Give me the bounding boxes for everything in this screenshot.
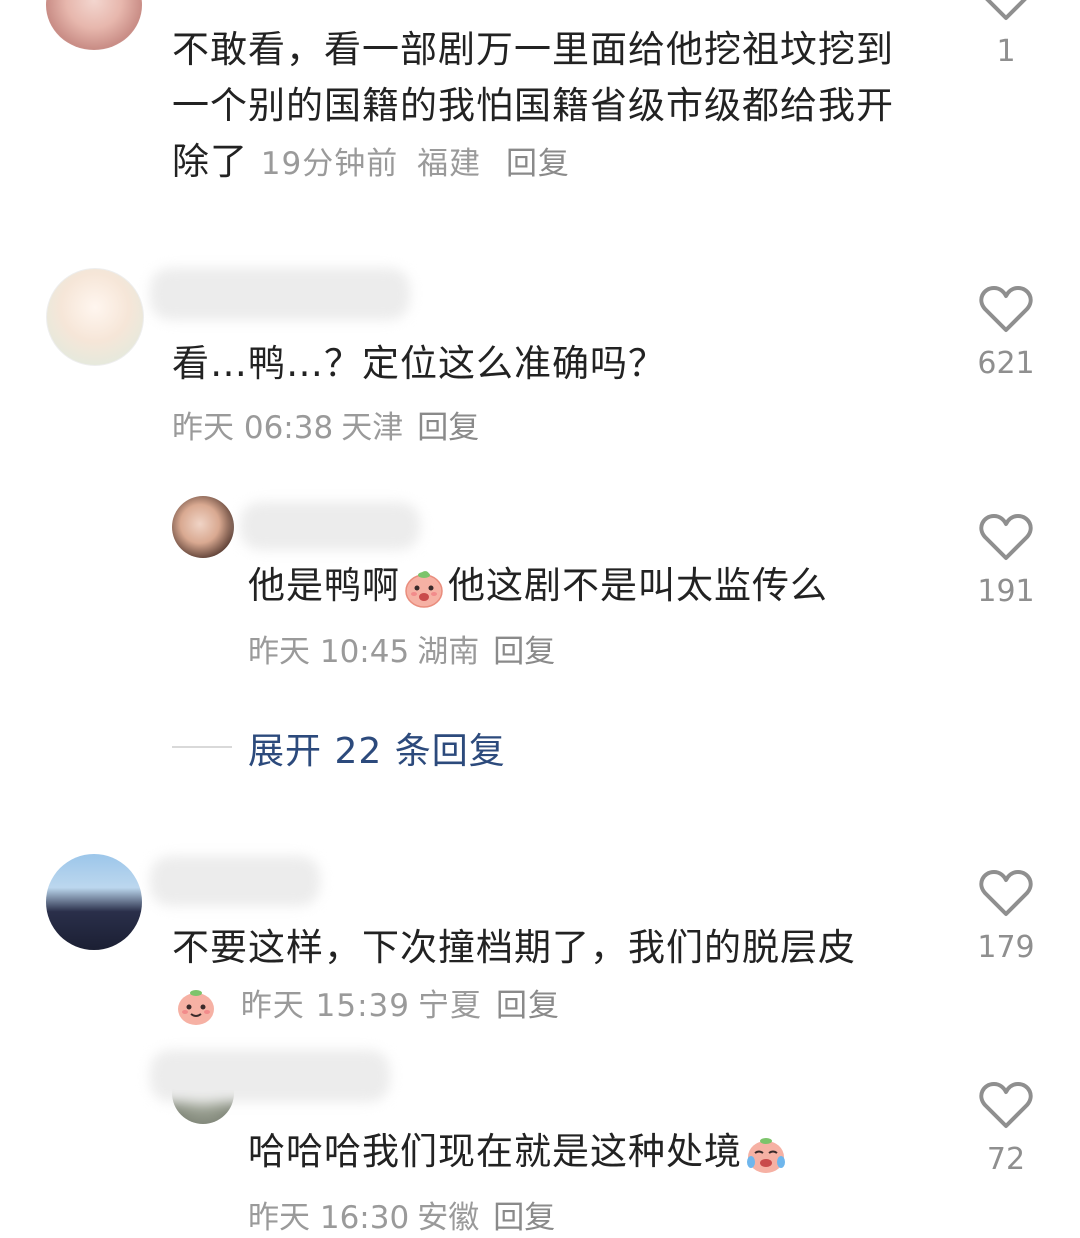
comment-region: 湖南 bbox=[417, 634, 480, 670]
comment-meta: 昨天 10:45 湖南 回复 bbox=[248, 632, 555, 672]
username-blurred bbox=[150, 268, 410, 320]
avatar[interactable] bbox=[46, 268, 144, 366]
like-count: 621 bbox=[977, 346, 1035, 381]
heart-icon[interactable] bbox=[979, 868, 1033, 918]
like-count: 1 bbox=[996, 34, 1016, 69]
comment-time: 19分钟前 bbox=[260, 146, 399, 182]
heart-icon[interactable] bbox=[979, 0, 1033, 22]
comment-region: 福建 bbox=[417, 146, 482, 182]
comment-time: 昨天 06:38 bbox=[172, 410, 334, 446]
heart-icon[interactable] bbox=[979, 512, 1033, 562]
comment-region: 天津 bbox=[341, 410, 404, 446]
comment-text: 不要这样，下次撞档期了，我们的脱层皮 昨天 15:39 宁夏 回复 bbox=[172, 920, 902, 1032]
like-count: 191 bbox=[977, 574, 1035, 609]
crying-laughing-peach-emoji-icon bbox=[747, 1137, 785, 1173]
reply-button[interactable]: 回复 bbox=[496, 988, 560, 1024]
username-blurred bbox=[240, 502, 420, 550]
peach-emoji-icon bbox=[178, 989, 214, 1025]
heart-icon[interactable] bbox=[979, 1080, 1033, 1130]
comment-region: 宁夏 bbox=[417, 988, 482, 1024]
comment-meta: 昨天 06:38 天津 回复 bbox=[172, 408, 479, 448]
reply-button[interactable]: 回复 bbox=[506, 146, 570, 182]
reply-button[interactable]: 回复 bbox=[493, 1200, 555, 1236]
expand-divider bbox=[172, 746, 232, 748]
avatar[interactable] bbox=[46, 0, 142, 50]
username-blurred bbox=[150, 856, 320, 906]
heart-icon[interactable] bbox=[979, 284, 1033, 334]
reply-button[interactable]: 回复 bbox=[493, 634, 555, 670]
avatar[interactable] bbox=[172, 496, 234, 558]
expand-replies-button[interactable]: 展开 22 条回复 bbox=[248, 722, 506, 774]
comment-text: 哈哈哈我们现在就是这种处境 bbox=[248, 1124, 928, 1180]
avatar[interactable] bbox=[46, 854, 142, 950]
comment-region: 安徽 bbox=[417, 1200, 480, 1236]
comment-time: 昨天 16:30 bbox=[248, 1200, 410, 1236]
like-count: 179 bbox=[977, 930, 1035, 965]
like-count: 72 bbox=[986, 1142, 1026, 1177]
username-blurred bbox=[150, 1050, 390, 1102]
comment-meta: 昨天 15:39 宁夏 回复 bbox=[241, 988, 560, 1024]
comment-text: 他是鸭啊 他这剧不是叫太监传么 bbox=[248, 558, 928, 614]
comment-time: 昨天 10:45 bbox=[248, 634, 410, 670]
comment-text: 看…鸭…？定位这么准确吗？ bbox=[172, 342, 666, 385]
comment-text: 不敢看，看一部剧万一里面给他挖祖坟挖到一个别的国籍的我怕国籍省级市级都给我开除了… bbox=[172, 28, 894, 183]
peach-emoji-icon bbox=[405, 570, 443, 608]
comment-meta: 昨天 16:30 安徽 回复 bbox=[248, 1198, 555, 1238]
comment-time: 昨天 15:39 bbox=[240, 988, 410, 1024]
reply-button[interactable]: 回复 bbox=[417, 410, 479, 446]
comment-meta: 19分钟前 福建 回复 bbox=[261, 146, 570, 182]
